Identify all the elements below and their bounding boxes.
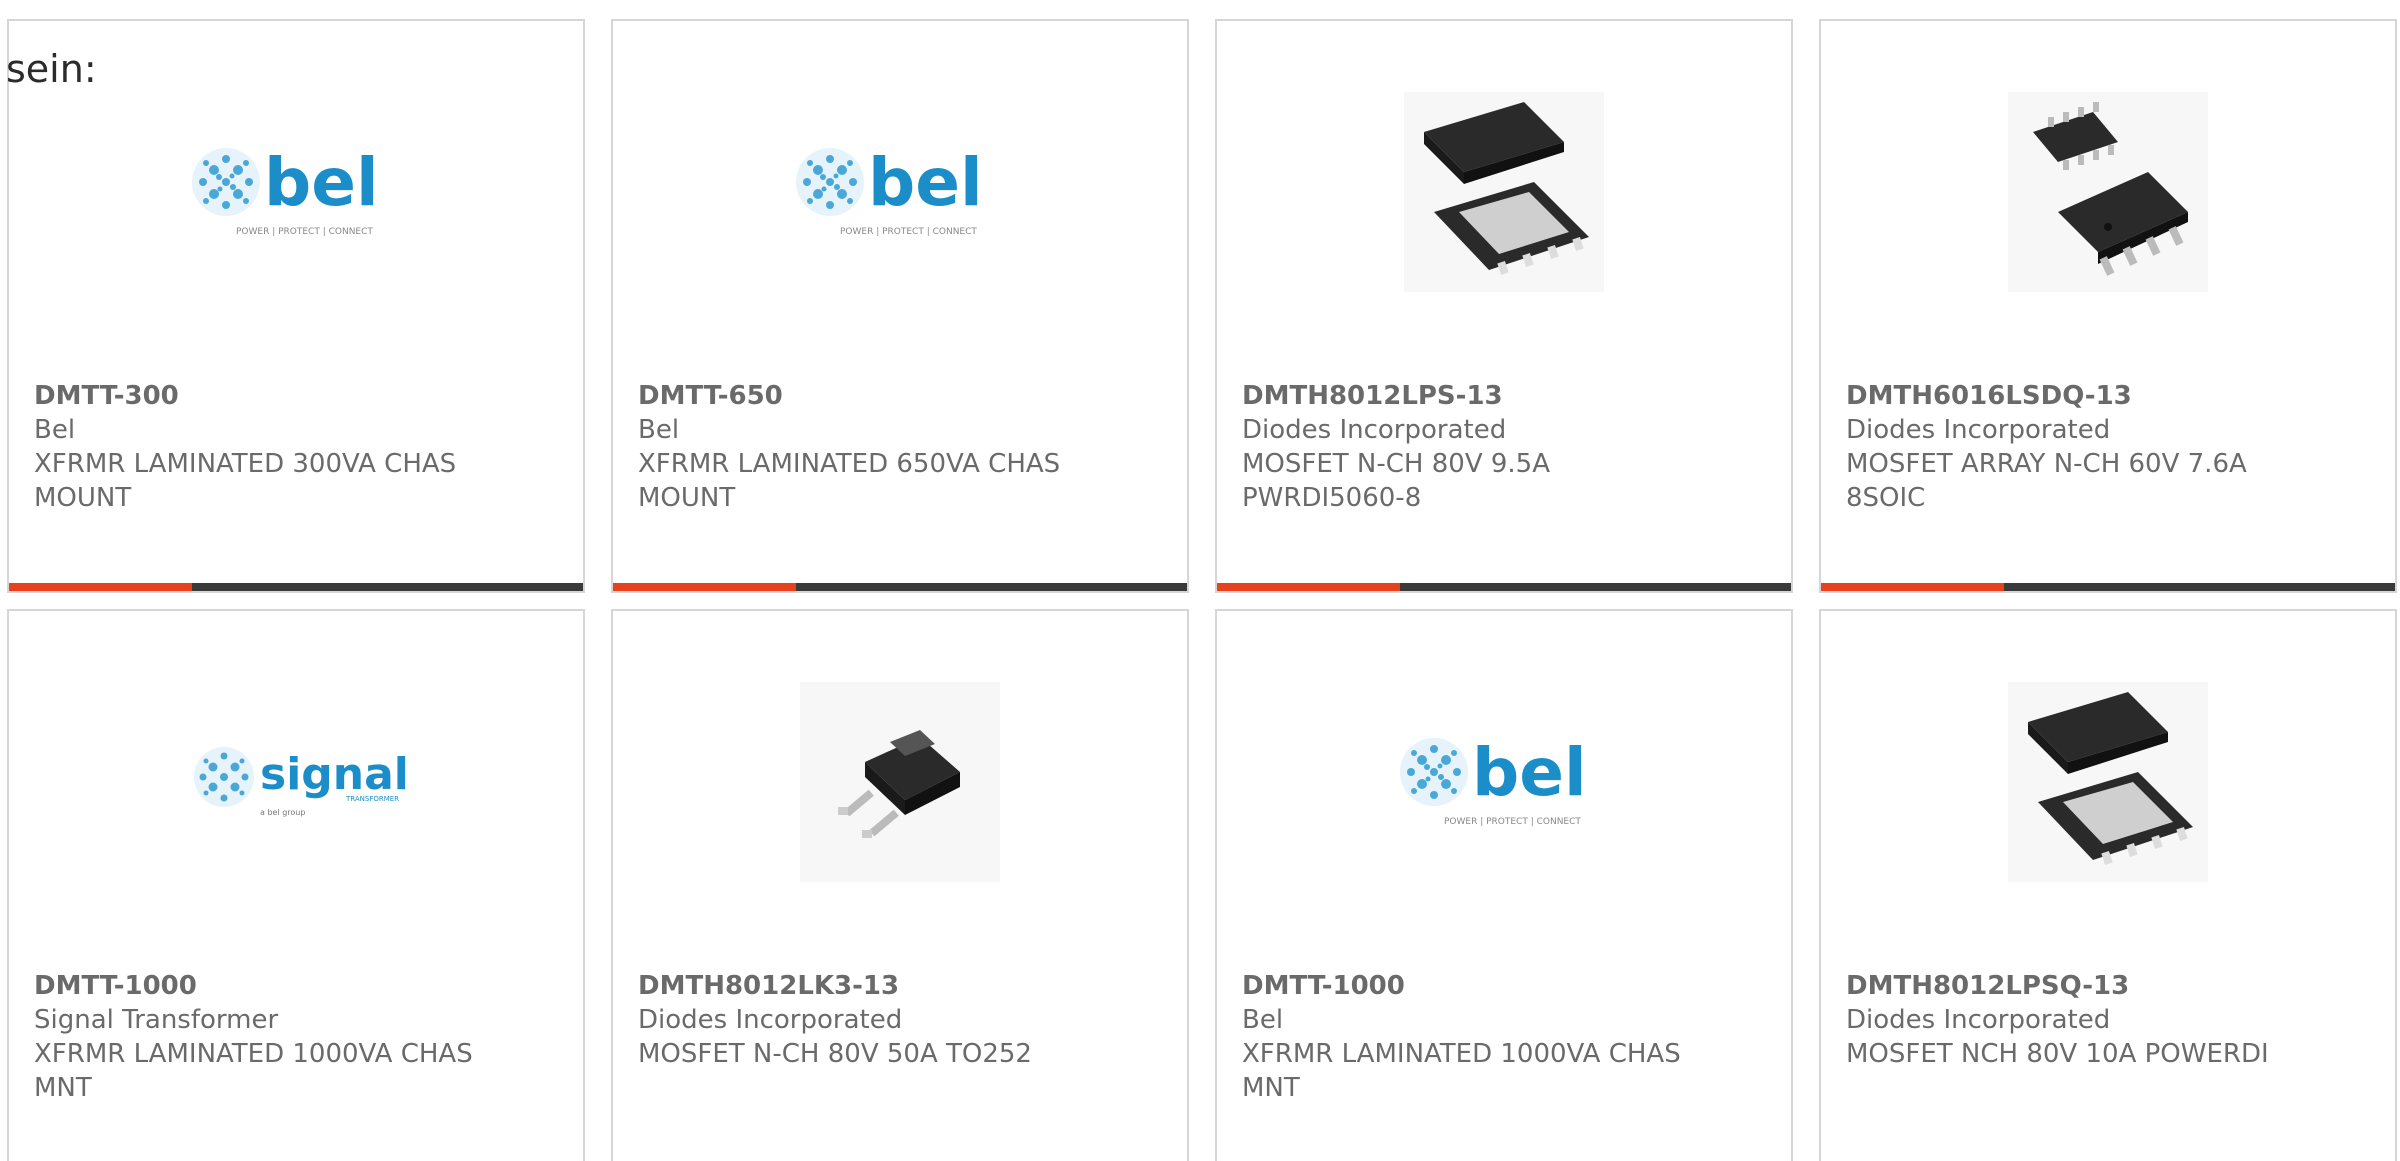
svg-text:POWER | PROTECT | CONNECT: POWER | PROTECT | CONNECT — [1444, 817, 1581, 827]
svg-text:bel: bel — [1472, 734, 1587, 811]
bel-logo-image: bel POWER | PROTECT | CONNECT — [1217, 679, 1791, 884]
product-card[interactable]: bel POWER | PROTECT | CONNECT DMTT-300 B… — [7, 19, 585, 593]
svg-text:bel: bel — [264, 144, 379, 221]
intro-text: sein: — [6, 47, 97, 91]
description: XFRMR LAMINATED 1000VA CHAS MNT — [34, 1039, 473, 1103]
powerdi-chip-image — [1821, 679, 2395, 884]
product-grid-page: sein: bel POWER | PROTECT | CONNECT DMTT… — [0, 0, 2400, 1161]
part-number[interactable]: DMTH6016LSDQ-13 — [1846, 379, 2370, 413]
bel-logo-icon: bel POWER | PROTECT | CONNECT — [1400, 734, 1587, 827]
bel-logo-icon: bel POWER | PROTECT | CONNECT — [192, 144, 379, 237]
signal-logo-icon: signal TRANSFORMER a bel group — [194, 746, 406, 817]
bel-logo-icon: bel POWER | PROTECT | CONNECT — [796, 144, 983, 237]
description: MOSFET N-CH 80V 50A TO252 — [638, 1039, 1032, 1069]
bel-logo-image: bel POWER | PROTECT | CONNECT — [9, 89, 583, 294]
manufacturer: Diodes Incorporated — [1846, 1005, 2111, 1035]
progress-bar-fill — [9, 583, 192, 591]
svg-text:POWER | PROTECT | CONNECT: POWER | PROTECT | CONNECT — [236, 227, 373, 237]
manufacturer: Bel — [34, 415, 76, 445]
manufacturer: Signal Transformer — [34, 1005, 279, 1035]
description: XFRMR LAMINATED 1000VA CHAS MNT — [1242, 1039, 1681, 1103]
description: MOSFET ARRAY N-CH 60V 7.6A 8SOIC — [1846, 449, 2247, 513]
chip-icon — [800, 681, 1000, 882]
manufacturer: Diodes Incorporated — [1846, 415, 2111, 445]
powerdi-chip-image — [1217, 89, 1791, 294]
product-card[interactable]: DMTH8012LK3-13 Diodes Incorporated MOSFE… — [611, 609, 1189, 1161]
chip-icon — [2008, 91, 2208, 292]
progress-bar-fill — [1821, 583, 2004, 591]
svg-text:TRANSFORMER: TRANSFORMER — [345, 795, 399, 803]
description: MOSFET N-CH 80V 9.5A PWRDI5060-8 — [1242, 449, 1551, 513]
manufacturer: Bel — [638, 415, 680, 445]
svg-text:bel: bel — [868, 144, 983, 221]
chip-icon — [1404, 91, 1604, 292]
svg-text:signal: signal — [260, 749, 406, 800]
signal-logo-image: signal TRANSFORMER a bel group — [9, 679, 583, 884]
product-card[interactable]: DMTH8012LPSQ-13 Diodes Incorporated MOSF… — [1819, 609, 2397, 1161]
svg-text:a bel group: a bel group — [260, 808, 305, 817]
progress-bar — [613, 583, 1187, 591]
part-number[interactable]: DMTT-300 — [34, 379, 558, 413]
product-card[interactable]: bel POWER | PROTECT | CONNECT DMTT-650 B… — [611, 19, 1189, 593]
part-number[interactable]: DMTT-650 — [638, 379, 1162, 413]
bel-logo-image: bel POWER | PROTECT | CONNECT — [613, 89, 1187, 294]
product-card[interactable]: bel POWER | PROTECT | CONNECT DMTT-1000 … — [1215, 609, 1793, 1161]
manufacturer: Diodes Incorporated — [1242, 415, 1507, 445]
soic-chip-image — [1821, 89, 2395, 294]
svg-text:POWER | PROTECT | CONNECT: POWER | PROTECT | CONNECT — [840, 227, 977, 237]
progress-bar-fill — [613, 583, 796, 591]
chip-icon — [2008, 681, 2208, 882]
manufacturer: Diodes Incorporated — [638, 1005, 903, 1035]
description: MOSFET NCH 80V 10A POWERDI — [1846, 1039, 2269, 1069]
progress-bar — [9, 583, 583, 591]
progress-bar — [1821, 583, 2395, 591]
description: XFRMR LAMINATED 300VA CHAS MOUNT — [34, 449, 457, 513]
part-number[interactable]: DMTT-1000 — [1242, 969, 1766, 1003]
progress-bar-fill — [1217, 583, 1400, 591]
part-number[interactable]: DMTH8012LPSQ-13 — [1846, 969, 2370, 1003]
product-card[interactable]: DMTH6016LSDQ-13 Diodes Incorporated MOSF… — [1819, 19, 2397, 593]
manufacturer: Bel — [1242, 1005, 1284, 1035]
part-number[interactable]: DMTH8012LPS-13 — [1242, 379, 1766, 413]
part-number[interactable]: DMTT-1000 — [34, 969, 558, 1003]
product-card[interactable]: signal TRANSFORMER a bel group DMTT-1000… — [7, 609, 585, 1161]
part-number[interactable]: DMTH8012LK3-13 — [638, 969, 1162, 1003]
progress-bar — [1217, 583, 1791, 591]
description: XFRMR LAMINATED 650VA CHAS MOUNT — [638, 449, 1061, 513]
to252-chip-image — [613, 679, 1187, 884]
product-card[interactable]: DMTH8012LPS-13 Diodes Incorporated MOSFE… — [1215, 19, 1793, 593]
